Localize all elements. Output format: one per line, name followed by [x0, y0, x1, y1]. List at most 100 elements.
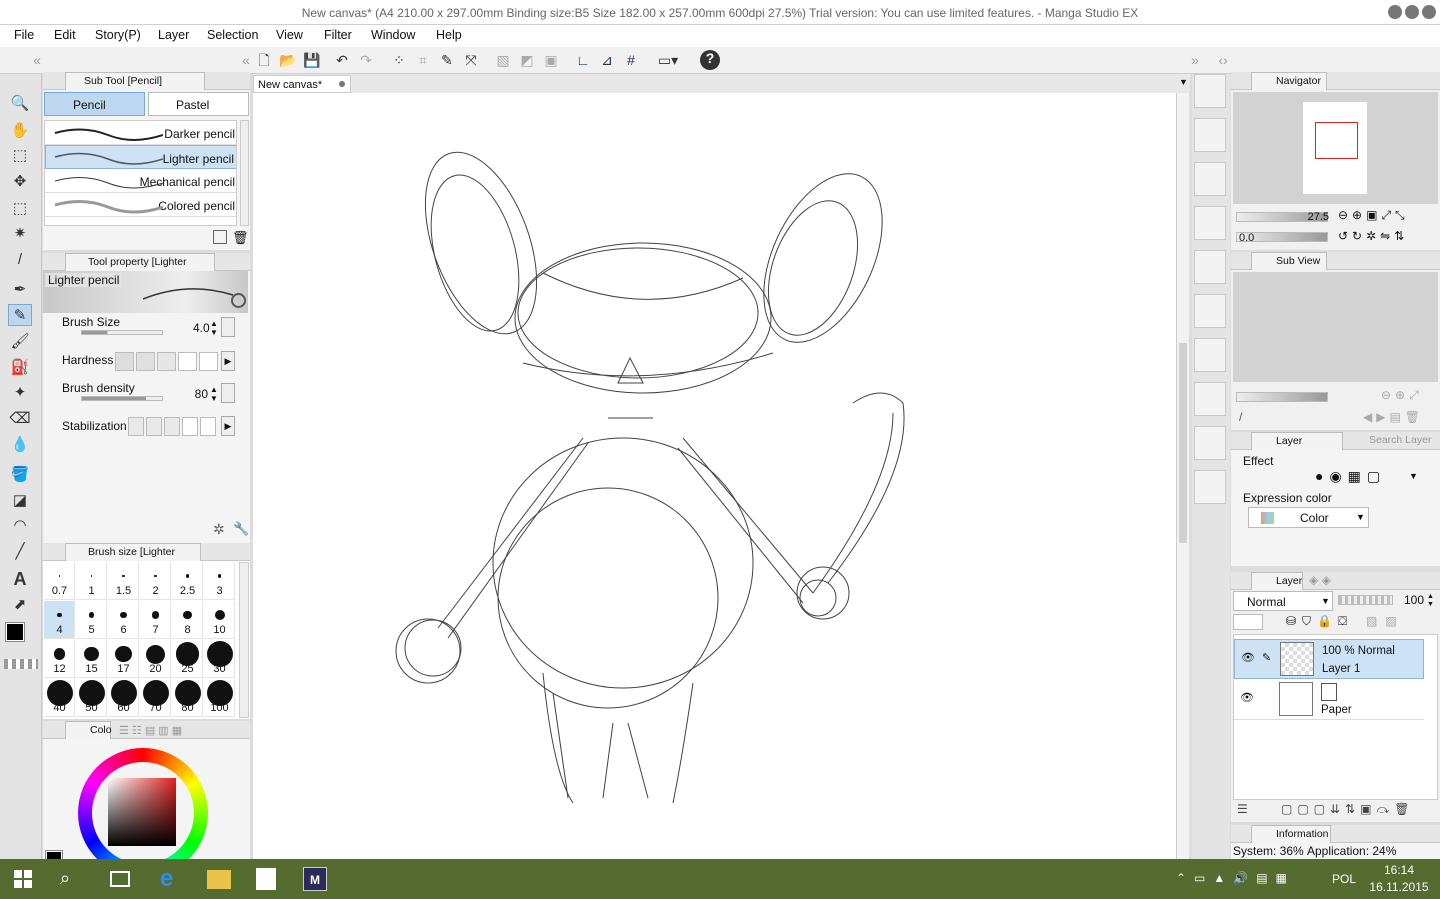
tab-menu-icon[interactable]: ▼: [1179, 77, 1188, 87]
material-background-icon[interactable]: [1194, 338, 1226, 372]
layer-tabs[interactable]: ◈ ◈: [1309, 573, 1331, 587]
toolprop-title[interactable]: Tool property [Lighter pencil]: [65, 253, 215, 284]
material-text-icon[interactable]: [1194, 382, 1226, 416]
eye-icon[interactable]: 👁: [1241, 651, 1255, 664]
save-icon[interactable]: 💾: [303, 52, 321, 69]
brush-size-cell[interactable]: 50: [76, 679, 107, 717]
brush-size-cell[interactable]: 2: [140, 562, 171, 600]
open-folder-icon[interactable]: 📂: [279, 52, 297, 69]
close-button[interactable]: [1422, 5, 1436, 19]
fill-icon[interactable]: ✎: [438, 52, 456, 69]
expand-left-icon[interactable]: ‹›: [1214, 52, 1232, 69]
opacity-value[interactable]: 100: [1396, 593, 1424, 607]
navigator-title[interactable]: Navigator: [1251, 72, 1327, 90]
material-figure-icon[interactable]: [1194, 470, 1226, 504]
tab-pastel[interactable]: Pastel: [148, 92, 249, 116]
brush-size-cell[interactable]: 12: [44, 640, 75, 678]
brush-size-cell[interactable]: 100: [204, 679, 235, 717]
brush-size-cell[interactable]: 10: [204, 601, 235, 639]
unsaved-dot-icon[interactable]: [339, 81, 345, 87]
menu-view[interactable]: View: [276, 28, 303, 42]
color-square[interactable]: [108, 778, 176, 846]
wrench-icon[interactable]: 🔧: [233, 521, 249, 537]
new-subtool-icon[interactable]: [213, 230, 227, 244]
color-slider-tabs[interactable]: ☰ ☷ ▤ ▥ ▦: [119, 724, 182, 737]
brush-size-cell[interactable]: 70: [140, 679, 171, 717]
hardness-picker[interactable]: [115, 352, 220, 371]
manga-studio-taskbar-icon[interactable]: M: [303, 867, 327, 891]
layer-mask-buttons[interactable]: ▧▨: [1366, 614, 1405, 628]
brush-icon[interactable]: 🖌: [8, 331, 32, 353]
brush-size-cell[interactable]: 7: [140, 601, 171, 639]
layer-color-select[interactable]: [1233, 614, 1263, 630]
material-frame-icon[interactable]: [1194, 250, 1226, 284]
brush-size-cell[interactable]: 8: [172, 601, 203, 639]
drawing-canvas[interactable]: [253, 93, 1176, 860]
stabilization-picker[interactable]: [128, 417, 218, 436]
zoom-buttons[interactable]: ⊖⊕▣⤢⤡: [1338, 208, 1409, 223]
brush-size-cell[interactable]: 5: [76, 601, 107, 639]
clock-date[interactable]: 16.11.2015: [1366, 880, 1432, 894]
subview-zoom-slider[interactable]: [1236, 392, 1328, 402]
opacity-stepper[interactable]: ▲ ▼: [1427, 593, 1434, 609]
help-icon[interactable]: ?: [700, 50, 720, 70]
brush-size-cell[interactable]: 40: [44, 679, 75, 717]
search-icon[interactable]: [231, 293, 246, 308]
layer-name[interactable]: Paper: [1321, 704, 1352, 716]
canvas-tab[interactable]: New canvas*: [253, 75, 351, 93]
material-3d-icon[interactable]: [1194, 426, 1226, 460]
subview-nav-buttons[interactable]: ◀▶▤🗑: [1363, 410, 1424, 424]
store-icon[interactable]: [256, 868, 276, 890]
language-indicator[interactable]: POL: [1332, 872, 1356, 886]
selection-icon[interactable]: ▣: [542, 52, 560, 69]
menu-edit[interactable]: Edit: [54, 28, 76, 42]
layerprop-title[interactable]: Layer Property: [1251, 432, 1343, 463]
airbrush-icon[interactable]: ⛽: [8, 357, 32, 379]
subtool-scrollbar[interactable]: [240, 120, 249, 226]
figure-icon[interactable]: ◠: [8, 515, 32, 537]
brush-size-cell[interactable]: 3: [204, 562, 235, 600]
menu-help[interactable]: Help: [436, 28, 462, 42]
tray-icons[interactable]: ⌃▭▲🔊▤▦: [1176, 871, 1295, 885]
collapse-left-icon[interactable]: «: [28, 52, 46, 69]
text-icon[interactable]: A: [8, 568, 32, 590]
reset-icon[interactable]: ✲: [213, 521, 225, 538]
ruler-icon[interactable]: ∟: [574, 52, 592, 69]
density-slider[interactable]: [81, 396, 163, 401]
layer-title[interactable]: Layer: [1251, 572, 1303, 590]
layer-row[interactable]: 👁 ✎ 100 % Normal Layer 1: [1234, 639, 1424, 679]
eyedropper-icon[interactable]: /: [1239, 410, 1242, 424]
hand-icon[interactable]: ✋: [8, 120, 32, 142]
opacity-slider[interactable]: [1338, 595, 1393, 605]
collapse-left-icon[interactable]: «: [237, 52, 255, 69]
crop-icon[interactable]: ⌗: [414, 52, 432, 69]
brush-size-cell[interactable]: 1.5: [108, 562, 139, 600]
clear-icon[interactable]: ▧: [494, 52, 512, 69]
info-title[interactable]: Information: [1251, 825, 1331, 843]
chevron-down-icon[interactable]: ▼: [1356, 512, 1365, 522]
material-image-icon[interactable]: [1194, 118, 1226, 152]
eyedropper-icon[interactable]: /: [8, 249, 32, 271]
fill-selection-icon[interactable]: ◩: [518, 52, 536, 69]
collapse-right-icon[interactable]: »: [1186, 52, 1204, 69]
subtool-title[interactable]: Sub Tool [Pencil]: [65, 72, 205, 90]
brush-size-cell[interactable]: 20: [140, 640, 171, 678]
density-value[interactable]: 80: [193, 387, 208, 401]
transform-icon[interactable]: ⁘: [390, 52, 408, 69]
subview-title[interactable]: Sub View: [1251, 252, 1327, 270]
object-icon[interactable]: ⬚: [8, 145, 32, 167]
redo-icon[interactable]: ↷: [357, 52, 375, 69]
marquee-icon[interactable]: ⬚: [8, 198, 32, 220]
pen-icon[interactable]: ✒: [8, 279, 32, 301]
brush-size-slider[interactable]: [81, 330, 163, 335]
brush-size-stepper[interactable]: ▲ ▼: [210, 319, 219, 337]
blend-icon[interactable]: 💧: [8, 434, 32, 456]
dynamics-button[interactable]: [221, 383, 235, 403]
brush-size-cell[interactable]: 25: [172, 640, 203, 678]
menu-file[interactable]: File: [14, 28, 34, 42]
brushsize-scrollbar[interactable]: [239, 562, 249, 718]
subview-zoom-buttons[interactable]: ⊖⊕⤢: [1381, 388, 1423, 403]
new-file-icon[interactable]: 🗋: [255, 52, 273, 69]
eye-icon[interactable]: 👁: [1240, 691, 1254, 704]
blend-mode-select[interactable]: Normal: [1233, 591, 1333, 611]
